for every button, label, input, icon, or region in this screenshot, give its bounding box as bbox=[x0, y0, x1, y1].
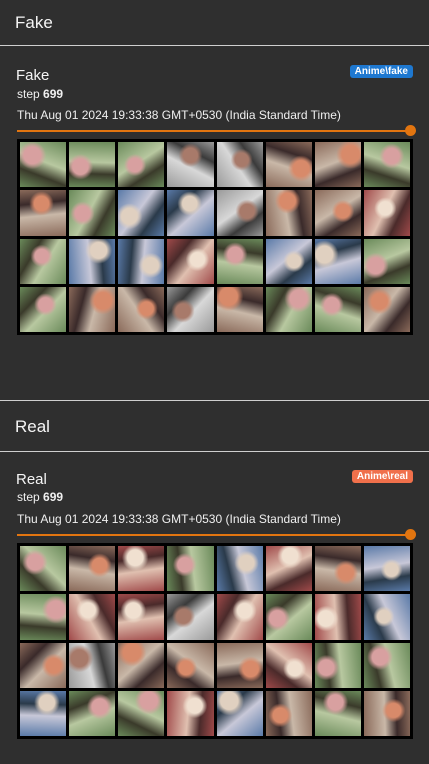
image-thumbnail[interactable] bbox=[314, 594, 361, 640]
run-tag: Anime\real bbox=[351, 470, 413, 483]
image-thumbnail[interactable] bbox=[69, 594, 116, 640]
image-thumbnail[interactable] bbox=[265, 238, 312, 284]
image-thumbnail[interactable] bbox=[265, 546, 312, 592]
image-thumbnail[interactable] bbox=[314, 690, 361, 736]
image-thumbnail[interactable] bbox=[69, 142, 116, 188]
image-thumbnail[interactable] bbox=[20, 142, 67, 188]
image-thumbnail[interactable] bbox=[69, 690, 116, 736]
image-card-fake: Fake Anime\fake step 699 Thu Aug 01 2024… bbox=[0, 47, 429, 397]
step-slider-handle[interactable] bbox=[405, 125, 416, 136]
image-thumbnail[interactable] bbox=[363, 286, 410, 332]
step-slider-handle[interactable] bbox=[405, 529, 416, 540]
card-title: Real bbox=[16, 471, 47, 488]
step-value: 699 bbox=[43, 490, 64, 504]
image-thumbnail[interactable] bbox=[118, 594, 165, 640]
image-thumbnail[interactable] bbox=[314, 190, 361, 236]
image-thumbnail[interactable] bbox=[265, 190, 312, 236]
image-thumbnail[interactable] bbox=[363, 594, 410, 640]
image-thumbnail[interactable] bbox=[69, 286, 116, 332]
image-thumbnail[interactable] bbox=[167, 142, 214, 188]
image-thumbnail[interactable] bbox=[69, 238, 116, 284]
image-thumbnail[interactable] bbox=[118, 238, 165, 284]
image-thumbnail[interactable] bbox=[216, 238, 263, 284]
image-thumbnail[interactable] bbox=[363, 238, 410, 284]
image-card-real: Real Anime\real step 699 Thu Aug 01 2024… bbox=[0, 452, 429, 764]
image-thumbnail[interactable] bbox=[216, 190, 263, 236]
image-thumbnail[interactable] bbox=[20, 286, 67, 332]
image-thumbnail[interactable] bbox=[314, 286, 361, 332]
image-grid[interactable] bbox=[17, 139, 413, 335]
image-thumbnail[interactable] bbox=[265, 594, 312, 640]
card-title: Fake bbox=[16, 67, 50, 84]
image-grid[interactable] bbox=[17, 543, 413, 739]
image-thumbnail[interactable] bbox=[363, 142, 410, 188]
image-thumbnail[interactable] bbox=[314, 642, 361, 688]
step-label: step bbox=[17, 87, 40, 101]
step-readout: step 699 bbox=[17, 87, 63, 101]
step-slider[interactable] bbox=[17, 534, 410, 536]
image-thumbnail[interactable] bbox=[363, 546, 410, 592]
image-thumbnail[interactable] bbox=[118, 642, 165, 688]
image-thumbnail[interactable] bbox=[167, 546, 214, 592]
image-thumbnail[interactable] bbox=[167, 238, 214, 284]
image-thumbnail[interactable] bbox=[216, 594, 263, 640]
image-thumbnail[interactable] bbox=[118, 690, 165, 736]
section-heading-fake: Fake bbox=[0, 0, 429, 46]
timestamp: Thu Aug 01 2024 19:33:38 GMT+0530 (India… bbox=[17, 512, 341, 526]
image-thumbnail[interactable] bbox=[265, 642, 312, 688]
image-thumbnail[interactable] bbox=[216, 642, 263, 688]
image-thumbnail[interactable] bbox=[20, 546, 67, 592]
image-thumbnail[interactable] bbox=[314, 142, 361, 188]
image-thumbnail[interactable] bbox=[265, 286, 312, 332]
image-thumbnail[interactable] bbox=[363, 190, 410, 236]
image-thumbnail[interactable] bbox=[69, 546, 116, 592]
image-thumbnail[interactable] bbox=[20, 642, 67, 688]
image-thumbnail[interactable] bbox=[216, 142, 263, 188]
image-thumbnail[interactable] bbox=[118, 142, 165, 188]
step-label: step bbox=[17, 490, 40, 504]
image-thumbnail[interactable] bbox=[314, 546, 361, 592]
image-thumbnail[interactable] bbox=[167, 286, 214, 332]
image-thumbnail[interactable] bbox=[118, 286, 165, 332]
image-thumbnail[interactable] bbox=[363, 690, 410, 736]
image-thumbnail[interactable] bbox=[265, 142, 312, 188]
timestamp: Thu Aug 01 2024 19:33:38 GMT+0530 (India… bbox=[17, 108, 341, 122]
image-thumbnail[interactable] bbox=[118, 190, 165, 236]
image-thumbnail[interactable] bbox=[216, 546, 263, 592]
image-thumbnail[interactable] bbox=[69, 642, 116, 688]
image-thumbnail[interactable] bbox=[216, 690, 263, 736]
step-slider[interactable] bbox=[17, 130, 410, 132]
image-thumbnail[interactable] bbox=[20, 190, 67, 236]
image-thumbnail[interactable] bbox=[20, 690, 67, 736]
image-thumbnail[interactable] bbox=[363, 642, 410, 688]
image-thumbnail[interactable] bbox=[20, 238, 67, 284]
image-thumbnail[interactable] bbox=[167, 594, 214, 640]
image-thumbnail[interactable] bbox=[265, 690, 312, 736]
image-thumbnail[interactable] bbox=[167, 690, 214, 736]
run-tag: Anime\fake bbox=[349, 65, 413, 78]
image-thumbnail[interactable] bbox=[314, 238, 361, 284]
image-thumbnail[interactable] bbox=[20, 594, 67, 640]
section-heading-real: Real bbox=[0, 401, 429, 452]
image-thumbnail[interactable] bbox=[167, 190, 214, 236]
image-thumbnail[interactable] bbox=[167, 642, 214, 688]
step-readout: step 699 bbox=[17, 490, 63, 504]
step-value: 699 bbox=[43, 87, 64, 101]
image-thumbnail[interactable] bbox=[216, 286, 263, 332]
image-thumbnail[interactable] bbox=[69, 190, 116, 236]
image-thumbnail[interactable] bbox=[118, 546, 165, 592]
